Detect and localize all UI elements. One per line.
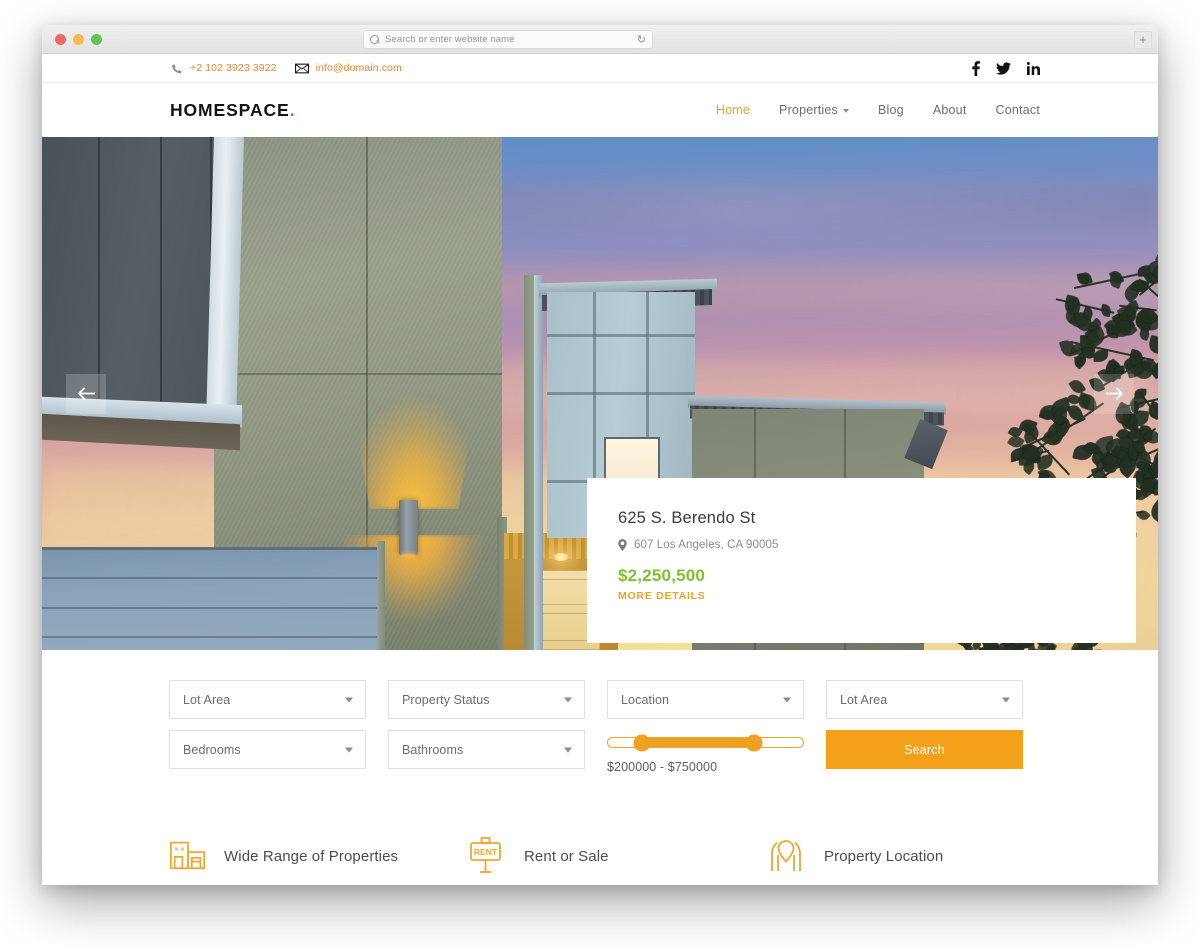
chevron-down-icon bbox=[345, 697, 353, 702]
browser-address-bar[interactable]: Search or enter website name ↻ bbox=[363, 30, 653, 49]
select-value: Bathrooms bbox=[402, 743, 463, 757]
nav-label: Contact bbox=[996, 103, 1040, 117]
facebook-icon[interactable] bbox=[972, 61, 980, 76]
feature-property-location[interactable]: Property Location bbox=[769, 837, 943, 875]
property-price: $2,250,500 bbox=[618, 566, 1136, 586]
reload-icon[interactable]: ↻ bbox=[637, 35, 646, 46]
price-range-slider[interactable]: $200000 - $750000 bbox=[607, 730, 804, 774]
maximize-window-button[interactable] bbox=[91, 34, 102, 45]
wall-trim bbox=[534, 275, 543, 650]
garage-jamb bbox=[377, 541, 385, 650]
site-logo[interactable]: HOMESPACE. bbox=[170, 100, 295, 121]
rent-sign-icon: RENT bbox=[469, 837, 507, 875]
chevron-down-icon bbox=[783, 697, 791, 702]
nav-label: Blog bbox=[878, 103, 904, 117]
bathrooms-select[interactable]: Bathrooms bbox=[388, 730, 585, 769]
nav-item-about[interactable]: About bbox=[933, 103, 967, 117]
select-value: Property Status bbox=[402, 693, 490, 707]
address-bar-placeholder: Search or enter website name bbox=[385, 34, 515, 45]
search-icon bbox=[370, 35, 380, 45]
address-text: 607 Los Angeles, CA 90005 bbox=[634, 539, 778, 551]
select-value: Lot Area bbox=[183, 693, 230, 707]
new-tab-button[interactable]: + bbox=[1134, 31, 1152, 49]
lot-area-select-2[interactable]: Lot Area bbox=[826, 680, 1023, 719]
nav-label: About bbox=[933, 103, 967, 117]
feature-label: Rent or Sale bbox=[524, 848, 609, 865]
select-value: Bedrooms bbox=[183, 743, 241, 757]
property-search-panel: Lot Area Property Status Location L bbox=[42, 650, 1158, 875]
location-select[interactable]: Location bbox=[607, 680, 804, 719]
chevron-down-icon bbox=[345, 747, 353, 752]
site-header: HOMESPACE. Home Properties Blog About Co… bbox=[42, 83, 1158, 137]
arrow-left-icon bbox=[77, 386, 96, 401]
bedrooms-select[interactable]: Bedrooms bbox=[169, 730, 366, 769]
logo-text: HOMESPACE bbox=[170, 100, 290, 120]
phone-icon bbox=[170, 62, 183, 75]
phone-number: +2 102 3923 3922 bbox=[190, 62, 277, 74]
search-button[interactable]: Search bbox=[826, 730, 1023, 769]
more-details-link[interactable]: MORE DETAILS bbox=[618, 590, 706, 602]
logo-dot: . bbox=[290, 100, 296, 120]
nav-item-properties[interactable]: Properties bbox=[779, 103, 849, 117]
property-address: 607 Los Angeles, CA 90005 bbox=[618, 539, 1136, 551]
featured-property-card[interactable]: 625 S. Berendo St 607 Los Angeles, CA 90… bbox=[587, 478, 1136, 643]
chevron-down-icon bbox=[564, 697, 572, 702]
lot-area-select[interactable]: Lot Area bbox=[169, 680, 366, 719]
garage-door bbox=[42, 547, 385, 650]
location-pin-icon bbox=[769, 837, 807, 875]
feature-rent-or-sale[interactable]: RENT Rent or Sale bbox=[469, 837, 769, 875]
select-value: Location bbox=[621, 693, 669, 707]
arrow-right-icon bbox=[1105, 386, 1124, 401]
buildings-icon bbox=[169, 837, 207, 875]
nav-item-home[interactable]: Home bbox=[716, 103, 750, 117]
svg-text:RENT: RENT bbox=[474, 847, 498, 857]
slider-handle-max[interactable] bbox=[746, 734, 763, 751]
upper-window bbox=[604, 437, 660, 481]
dark-siding-panel bbox=[42, 137, 216, 407]
carousel-prev-button[interactable] bbox=[66, 374, 106, 414]
feature-label: Wide Range of Properties bbox=[224, 848, 398, 865]
feature-wide-range[interactable]: Wide Range of Properties bbox=[169, 837, 469, 875]
screenshot-root: Search or enter website name ↻ + bbox=[0, 0, 1200, 946]
chevron-down-icon bbox=[843, 109, 849, 113]
hero-carousel: 625 S. Berendo St 607 Los Angeles, CA 90… bbox=[42, 137, 1158, 650]
nav-label: Properties bbox=[779, 103, 838, 117]
browser-window: Search or enter website name ↻ + bbox=[42, 25, 1158, 885]
chevron-down-icon bbox=[564, 747, 572, 752]
wall-trim bbox=[524, 275, 534, 650]
envelope-icon bbox=[295, 63, 309, 74]
wall-sconce bbox=[399, 500, 418, 555]
main-navigation: Home Properties Blog About Contact bbox=[716, 103, 1040, 117]
twitter-icon[interactable] bbox=[996, 62, 1011, 75]
property-status-select[interactable]: Property Status bbox=[388, 680, 585, 719]
price-range-label: $200000 - $750000 bbox=[607, 760, 804, 774]
email-contact[interactable]: info@domain.com bbox=[295, 62, 402, 74]
social-links bbox=[972, 61, 1040, 76]
linkedin-icon[interactable] bbox=[1027, 62, 1040, 75]
page-viewport: +2 102 3923 3922 info@domain.com bbox=[42, 54, 1158, 885]
property-title: 625 S. Berendo St bbox=[618, 509, 1136, 528]
browser-toolbar: Search or enter website name ↻ + bbox=[42, 25, 1158, 54]
carousel-next-button[interactable] bbox=[1094, 374, 1134, 414]
slider-fill bbox=[636, 738, 761, 747]
map-pin-icon bbox=[618, 539, 627, 551]
select-value: Lot Area bbox=[840, 693, 887, 707]
minimize-window-button[interactable] bbox=[73, 34, 84, 45]
slider-handle-min[interactable] bbox=[634, 734, 651, 751]
phone-contact[interactable]: +2 102 3923 3922 bbox=[170, 62, 277, 75]
nav-item-blog[interactable]: Blog bbox=[878, 103, 904, 117]
chevron-down-icon bbox=[1002, 697, 1010, 702]
window-traffic-lights bbox=[55, 34, 102, 45]
email-address: info@domain.com bbox=[316, 62, 402, 74]
feature-label: Property Location bbox=[824, 848, 943, 865]
nav-label: Home bbox=[716, 103, 750, 117]
close-window-button[interactable] bbox=[55, 34, 66, 45]
top-contact-bar: +2 102 3923 3922 info@domain.com bbox=[42, 54, 1158, 83]
nav-item-contact[interactable]: Contact bbox=[996, 103, 1040, 117]
pendant-light bbox=[553, 553, 569, 561]
feature-highlights: Wide Range of Properties RENT bbox=[169, 837, 1031, 875]
slider-track[interactable] bbox=[607, 737, 804, 748]
